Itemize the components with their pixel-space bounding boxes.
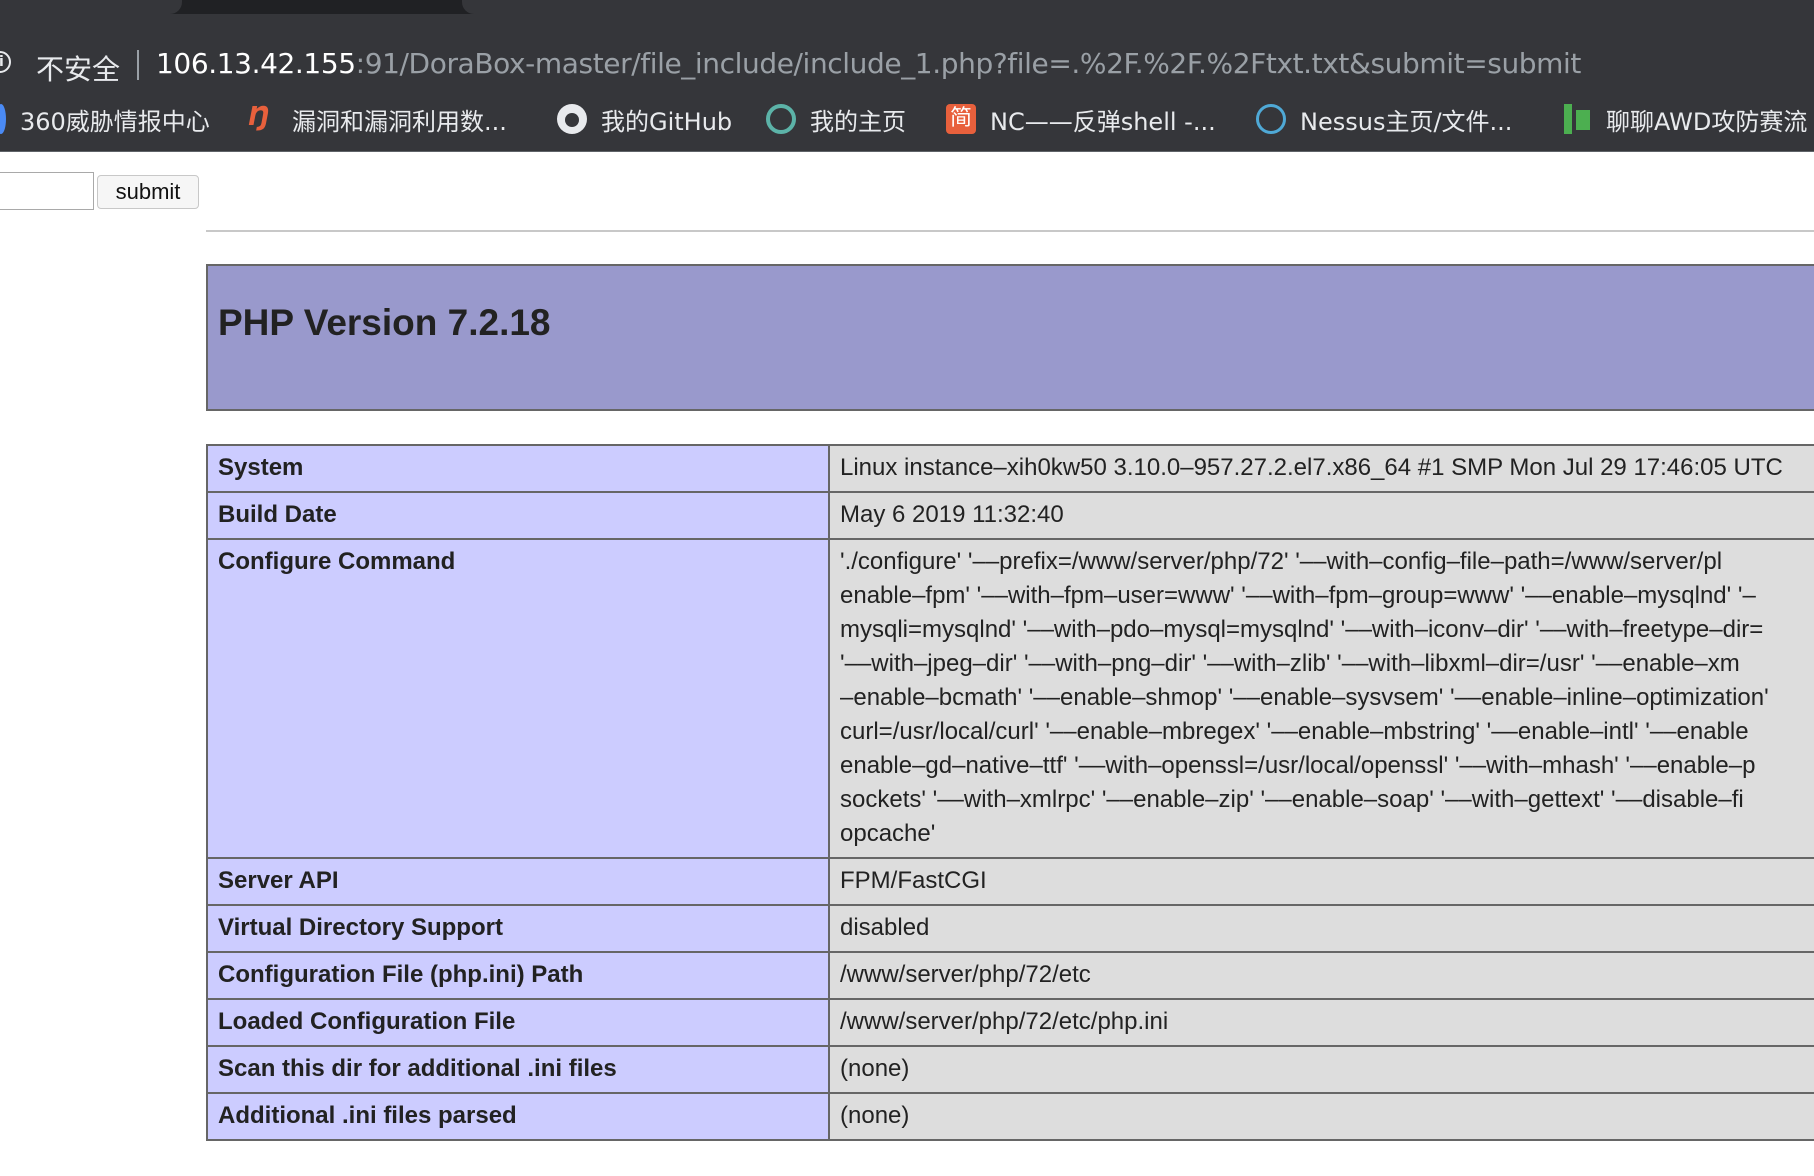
phpinfo-value-line: mysqli=mysqlnd' '––with–pdo–mysql=mysqln…: [840, 616, 1764, 643]
bookmarks-bar: 360威胁情报中心 Ŋ 漏洞和漏洞利用数... 我的GitHub 我的主页 简 …: [0, 86, 1814, 152]
bookmark-label: 360威胁情报中心: [20, 107, 210, 136]
phpinfo-value-line: /www/server/php/72/etc: [840, 961, 1091, 988]
phpinfo-row: Virtual Directory Support disabled: [206, 904, 1814, 953]
phpinfo-key: Virtual Directory Support: [206, 904, 830, 953]
bookmark-homepage[interactable]: 我的主页: [766, 99, 906, 139]
phpinfo-value-line: opcache': [840, 820, 936, 847]
bookmark-nessus[interactable]: Nessus主页/文件...: [1256, 99, 1512, 139]
address-bar[interactable]: 不安全 106.13.42.155:91/DoraBox-master/file…: [0, 14, 1814, 86]
bookmark-label: 聊聊AWD攻防赛流: [1606, 107, 1808, 136]
url-field[interactable]: 106.13.42.155:91/DoraBox-master/file_inc…: [156, 47, 1581, 80]
awd-icon: [1562, 104, 1592, 134]
360-icon: [0, 104, 6, 134]
phpinfo-value: Linux instance–xih0kw50 3.10.0–957.27.2.…: [828, 444, 1814, 493]
phpinfo-value-line: May 6 2019 11:32:40: [840, 501, 1064, 528]
github-icon: [557, 104, 587, 134]
bookmark-awd[interactable]: 聊聊AWD攻防赛流: [1562, 99, 1807, 139]
phpinfo-value-line: FPM/FastCGI: [840, 867, 987, 894]
phpinfo-value: (none): [828, 1045, 1814, 1094]
phpinfo-value: './configure' '––prefix=/www/server/php/…: [828, 538, 1814, 859]
divider: [206, 230, 1814, 232]
phpinfo-value-line: –enable–bcmath' '––enable–shmop' '––enab…: [840, 684, 1769, 711]
phpinfo-key: Server API: [206, 857, 830, 906]
phpinfo-row: Scan this dir for additional .ini files (…: [206, 1045, 1814, 1094]
phpinfo-row: System Linux instance–xih0kw50 3.10.0–957…: [206, 444, 1814, 493]
phpinfo-key: Configuration File (php.ini) Path: [206, 951, 830, 1000]
url-path: :91/DoraBox-master/file_include/include_…: [355, 47, 1582, 80]
bookmark-label: NC——反弹shell -...: [990, 107, 1216, 136]
phpinfo-value-line: /www/server/php/72/etc/php.ini: [840, 1008, 1169, 1035]
phpinfo-value-line: disabled: [840, 914, 930, 941]
bookmark-360[interactable]: 360威胁情报中心: [0, 99, 210, 139]
homepage-icon: [766, 104, 796, 134]
bookmark-vuln-db[interactable]: Ŋ 漏洞和漏洞利用数...: [248, 99, 507, 139]
phpinfo-value: (none): [828, 1092, 1814, 1141]
phpinfo-row: Additional .ini files parsed (none): [206, 1092, 1814, 1141]
phpinfo-value-line: '––with–jpeg–dir' '––with–png–dir' '––wi…: [840, 650, 1740, 677]
phpinfo-value: disabled: [828, 904, 1814, 953]
bookmark-github[interactable]: 我的GitHub: [557, 99, 732, 139]
bookmark-label: 我的主页: [810, 107, 906, 136]
nessus-icon: [1256, 104, 1286, 134]
phpinfo-value: May 6 2019 11:32:40: [828, 491, 1814, 540]
vuln-db-icon: Ŋ: [248, 102, 270, 132]
bookmark-label: Nessus主页/文件...: [1300, 107, 1513, 136]
phpinfo-value-line: (none): [840, 1102, 910, 1129]
jianshu-icon: 简: [946, 104, 976, 134]
browser-tab[interactable]: [0, 0, 182, 14]
phpinfo-row: Server API FPM/FastCGI: [206, 857, 1814, 906]
site-info-icon[interactable]: [0, 51, 11, 73]
phpinfo-value-line: Linux instance–xih0kw50 3.10.0–957.27.2.…: [840, 454, 1783, 481]
phpinfo-value-line: './configure' '––prefix=/www/server/php/…: [840, 548, 1723, 575]
submit-button[interactable]: submit: [97, 175, 199, 209]
phpinfo-key: System: [206, 444, 830, 493]
phpinfo-row: Build Date May 6 2019 11:32:40: [206, 491, 1814, 540]
phpinfo-value-line: enable–gd–native–ttf' '––with–openssl=/u…: [840, 752, 1756, 779]
phpinfo-value-line: (none): [840, 1055, 910, 1082]
url-divider: [137, 50, 139, 80]
file-input[interactable]: [0, 172, 94, 210]
phpinfo-key: Loaded Configuration File: [206, 998, 830, 1047]
phpinfo-table: System Linux instance–xih0kw50 3.10.0–957…: [206, 444, 1814, 1141]
security-label[interactable]: 不安全: [36, 48, 120, 88]
phpinfo-key: Scan this dir for additional .ini files: [206, 1045, 830, 1094]
php-version-title: PHP Version 7.2.18: [218, 302, 551, 343]
phpinfo-value: FPM/FastCGI: [828, 857, 1814, 906]
bookmark-nc-shell[interactable]: 简 NC——反弹shell -...: [946, 99, 1216, 139]
phpinfo-key: Configure Command: [206, 538, 830, 859]
phpinfo-value-line: sockets' '––with–xmlrpc' '––enable–zip' …: [840, 786, 1744, 813]
bookmark-label: 我的GitHub: [601, 107, 733, 136]
browser-tab-active[interactable]: [462, 0, 1814, 14]
phpinfo-value-line: curl=/usr/local/curl' '––enable–mbregex'…: [840, 718, 1749, 745]
phpinfo-value: /www/server/php/72/etc/php.ini: [828, 998, 1814, 1047]
phpinfo-header: PHP Version 7.2.18: [206, 264, 1814, 411]
url-host: 106.13.42.155: [156, 47, 356, 80]
phpinfo-row: Configuration File (php.ini) Path/www/se…: [206, 951, 1814, 1000]
phpinfo-value-line: enable–fpm' '––with–fpm–user=www' '––wit…: [840, 582, 1756, 609]
phpinfo-key: Additional .ini files parsed: [206, 1092, 830, 1141]
phpinfo-value: /www/server/php/72/etc: [828, 951, 1814, 1000]
bookmark-label: 漏洞和漏洞利用数...: [292, 107, 507, 136]
phpinfo-row: Configure Command './configure' '––prefix…: [206, 538, 1814, 859]
phpinfo-row: Loaded Configuration File/www/server/php…: [206, 998, 1814, 1047]
phpinfo-key: Build Date: [206, 491, 830, 540]
tab-strip: [0, 0, 1814, 14]
